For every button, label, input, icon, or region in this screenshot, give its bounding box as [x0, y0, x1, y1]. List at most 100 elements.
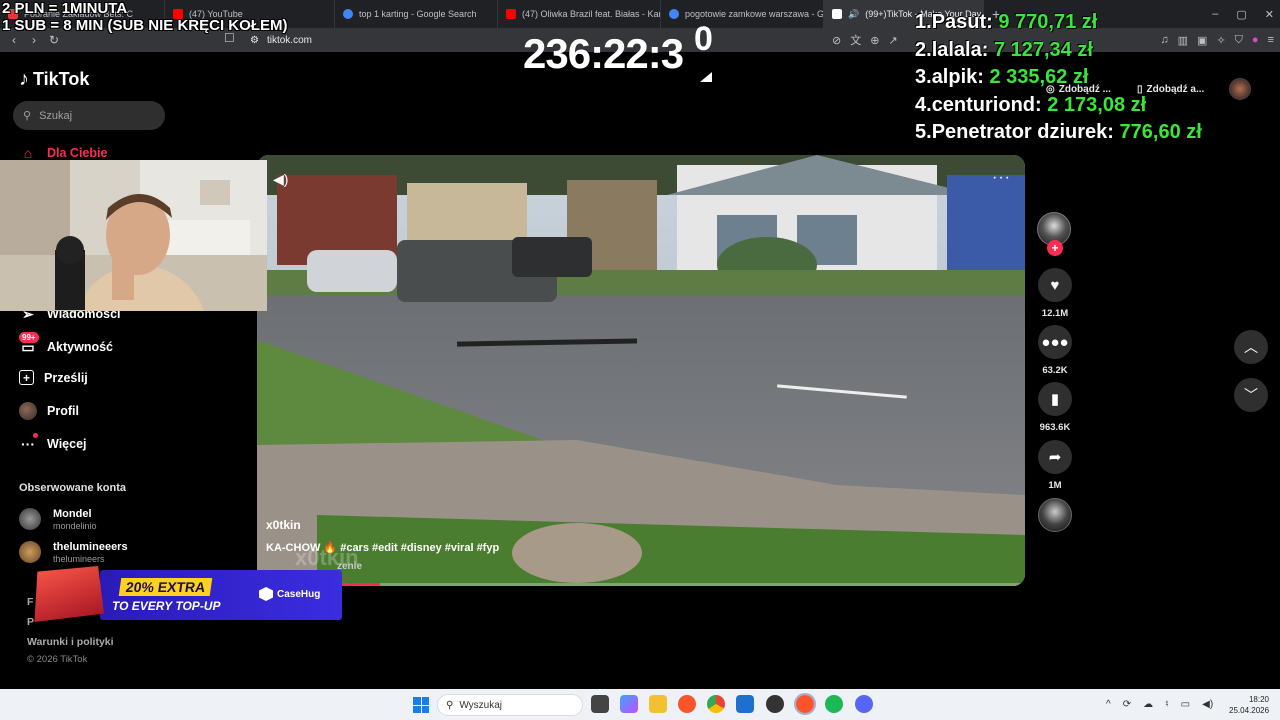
chrome-icon[interactable]	[707, 695, 725, 713]
brave-active-icon[interactable]	[794, 693, 816, 715]
translate-icon[interactable]: 文	[850, 32, 861, 48]
nav-label: Prześlij	[44, 370, 88, 385]
ad-brand: CaseHug	[259, 587, 320, 601]
obs-icon[interactable]	[766, 695, 784, 713]
taskbar-clock[interactable]: 18:20 25.04.2026	[1229, 694, 1269, 716]
tab-3[interactable]: top 1 karting - Google Search	[335, 0, 498, 28]
tiktok-icon	[832, 9, 842, 19]
windows-start-icon[interactable]	[413, 697, 429, 713]
leaderboard-row: 1.Pasut: 9 770,71 zł	[915, 11, 1098, 33]
followed-account[interactable]: Mondel mondelinio	[19, 508, 97, 531]
system-tray: ^ ⟳ ☁ ♮ ▭ ◀)	[1106, 689, 1213, 720]
share-button[interactable]: ➦	[1038, 440, 1072, 474]
google-icon	[669, 9, 679, 19]
discord-icon[interactable]	[855, 695, 873, 713]
account-handle: mondelinio	[53, 521, 97, 531]
timer-tick	[700, 72, 712, 82]
volume-icon[interactable]: ◀)	[273, 171, 288, 188]
speaker-icon: 🔊	[848, 8, 860, 19]
previous-video-button[interactable]: ︿	[1234, 330, 1268, 364]
chevron-up-icon[interactable]: ^	[1106, 699, 1111, 710]
tab-5[interactable]: pogotowie zamkowe warszawa - Goo	[661, 0, 824, 28]
video-player[interactable]: ◀) ··· x0tkin x0tkin KA-CHOW 🔥 #cars #ed…	[257, 155, 1025, 586]
description-text: KA-CHOW 🔥	[266, 542, 338, 554]
nav-activity[interactable]: ▭ 99+ Aktywność	[19, 332, 113, 356]
copyright: © 2026 TikTok	[27, 654, 88, 665]
copilot-icon[interactable]	[620, 695, 638, 713]
spotify-icon[interactable]	[825, 695, 843, 713]
tab-title: (47) Oliwka Brazil feat. Białas - Karalu…	[522, 9, 661, 19]
nav-label: Więcej	[47, 437, 87, 451]
reload-icon[interactable]: ↻	[44, 33, 64, 47]
video-author[interactable]: x0tkin	[266, 518, 301, 532]
casehug-logo-icon	[259, 587, 273, 601]
tab-title: top 1 karting - Google Search	[359, 9, 477, 19]
taskbar-search-label: Wyszukaj	[459, 699, 503, 711]
ad-brand-name: CaseHug	[277, 588, 321, 600]
followed-accounts-title: Obserwowane konta	[19, 482, 126, 494]
like-button[interactable]: ♥	[1038, 268, 1072, 302]
save-button[interactable]: ▮	[1038, 382, 1072, 416]
bookmark-icon: ▮	[1050, 391, 1060, 408]
zoom-icon[interactable]: ⊕	[870, 34, 879, 47]
follow-button[interactable]: +	[1047, 240, 1063, 256]
plus-icon: +	[19, 370, 34, 385]
screen: Pobranie Zakładów Bets: C (47) YouTube t…	[0, 0, 1280, 720]
sync-icon[interactable]: ⟳	[1123, 699, 1131, 710]
task-view-icon[interactable]	[591, 695, 609, 713]
more-options-icon[interactable]: ···	[992, 169, 1011, 187]
next-video-button[interactable]: ﹀	[1234, 378, 1268, 412]
nav-profile[interactable]: Profil	[19, 402, 79, 420]
leaderboard-row: 2.lalala: 7 127,34 zł	[915, 38, 1093, 61]
cloud-icon[interactable]: ☁	[1143, 699, 1153, 710]
comment-button[interactable]: ●●●	[1038, 325, 1072, 359]
tiktok-logo[interactable]: ♪ TikTok	[19, 68, 89, 91]
avatar	[19, 541, 41, 563]
leaderboard-row: 5.Penetrator dziurek: 776,60 zł	[915, 121, 1202, 143]
share-icon[interactable]: ↗	[888, 34, 897, 47]
subathon-timer: 236:22:3	[523, 30, 684, 77]
brave-icon[interactable]	[678, 695, 696, 713]
leaderboard-row: 3.alpik: 2 335,62 zł	[915, 66, 1089, 88]
nav-label: Profil	[47, 404, 79, 418]
volume-icon[interactable]: ◀)	[1202, 699, 1213, 710]
windows-taskbar: ⚲ Wyszukaj ^ ⟳ ☁ ♮ ▭ ◀) 18:20 25.04.2026	[0, 689, 1280, 720]
store-icon[interactable]	[736, 695, 754, 713]
taskbar-search[interactable]: ⚲ Wyszukaj	[437, 694, 583, 716]
back-icon[interactable]: ‹	[4, 33, 24, 47]
followed-account[interactable]: thelumineeers thelumineers	[19, 541, 128, 564]
account-handle: thelumineers	[53, 554, 105, 564]
avatar	[19, 508, 41, 530]
leaderboard-row: 4.centuriond: 2 173,08 zł	[915, 93, 1147, 116]
site-info-icon[interactable]: ⚙	[250, 35, 259, 46]
inbox-icon: ▭ 99+	[19, 332, 39, 356]
url-text: tiktok.com	[266, 34, 312, 46]
video-progress-bar[interactable]	[257, 583, 1025, 586]
comment-count: 63.2K	[1042, 365, 1068, 376]
nav-more[interactable]: ··· Więcej	[19, 433, 87, 453]
search-placeholder: Szukaj	[39, 109, 73, 122]
save-count: 963.6K	[1039, 422, 1071, 433]
footer-terms-link[interactable]: Warunki i polityki	[27, 636, 114, 648]
no-tracking-icon[interactable]: ⊘	[832, 34, 841, 47]
nav-label: Aktywność	[47, 340, 113, 354]
microphone-icon[interactable]: ♮	[1165, 699, 1169, 710]
search-icon: ⚲	[23, 110, 32, 122]
network-icon[interactable]: ▭	[1181, 699, 1190, 710]
chevron-down-icon: ﹀	[1244, 387, 1258, 403]
hashtags[interactable]: #cars #edit #disney #viral #fyp	[340, 542, 499, 554]
clock-date: 25.04.2026	[1229, 706, 1270, 715]
forward-icon[interactable]: ›	[24, 33, 44, 47]
treasure-chest-icon	[34, 566, 104, 622]
music-disc[interactable]	[1038, 498, 1072, 532]
clock-time: 18:20	[1248, 695, 1269, 704]
heart-icon: ♥	[1050, 276, 1060, 294]
video-description: KA-CHOW 🔥 #cars #edit #disney #viral #fy…	[266, 541, 499, 554]
address-bar-actions: ⊘ 文 ⊕ ↗	[832, 28, 898, 52]
tab-4[interactable]: (47) Oliwka Brazil feat. Białas - Karalu…	[498, 0, 661, 28]
tiktok-note-icon: ♪	[19, 68, 29, 90]
file-explorer-icon[interactable]	[649, 695, 667, 713]
webcam-image	[0, 160, 267, 311]
search-input[interactable]: ⚲ Szukaj	[13, 101, 165, 130]
nav-upload[interactable]: + Prześlij	[19, 370, 88, 385]
